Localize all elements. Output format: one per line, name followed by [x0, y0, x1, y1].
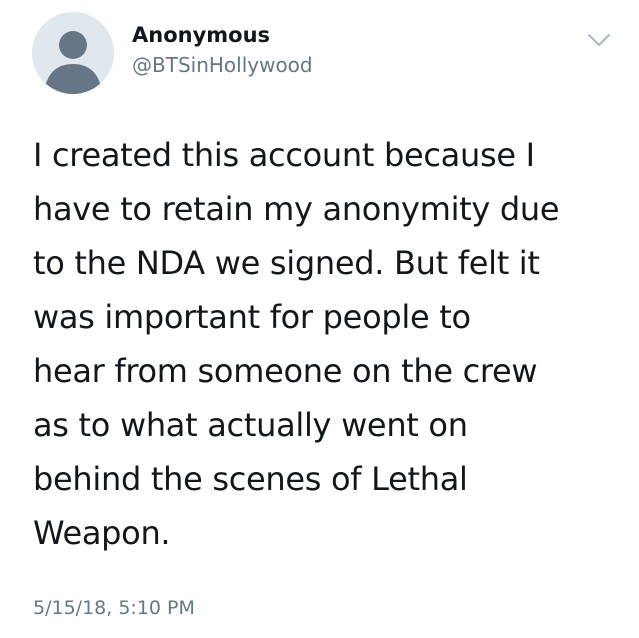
tweet-text-line: to the NDA we signed. But felt it [33, 244, 540, 282]
tweet-timestamp[interactable]: 5/15/18, 5:10 PM [33, 596, 195, 620]
tweet-text-line: was important for people to [33, 298, 471, 336]
tweet-menu-button[interactable] [588, 32, 610, 46]
tweet-card: Anonymous @BTSinHollywood I created this… [0, 0, 639, 638]
tweet-text: I created this account because I have to… [33, 128, 623, 560]
tweet-text-line: hear from someone on the crew [33, 352, 538, 390]
display-name[interactable]: Anonymous [132, 22, 313, 48]
avatar[interactable] [32, 12, 114, 94]
tweet-text-line: I created this account because I [33, 136, 535, 174]
chevron-down-icon [588, 34, 610, 46]
author-info: Anonymous @BTSinHollywood [132, 22, 313, 78]
tweet-text-line: as to what actually went on [33, 406, 468, 444]
tweet-text-line: have to retain my anonymity due [33, 190, 560, 228]
default-profile-icon [32, 12, 114, 94]
user-handle[interactable]: @BTSinHollywood [132, 52, 313, 78]
tweet-text-line: Weapon. [33, 514, 171, 552]
tweet-text-line: behind the scenes of Lethal [33, 460, 468, 498]
